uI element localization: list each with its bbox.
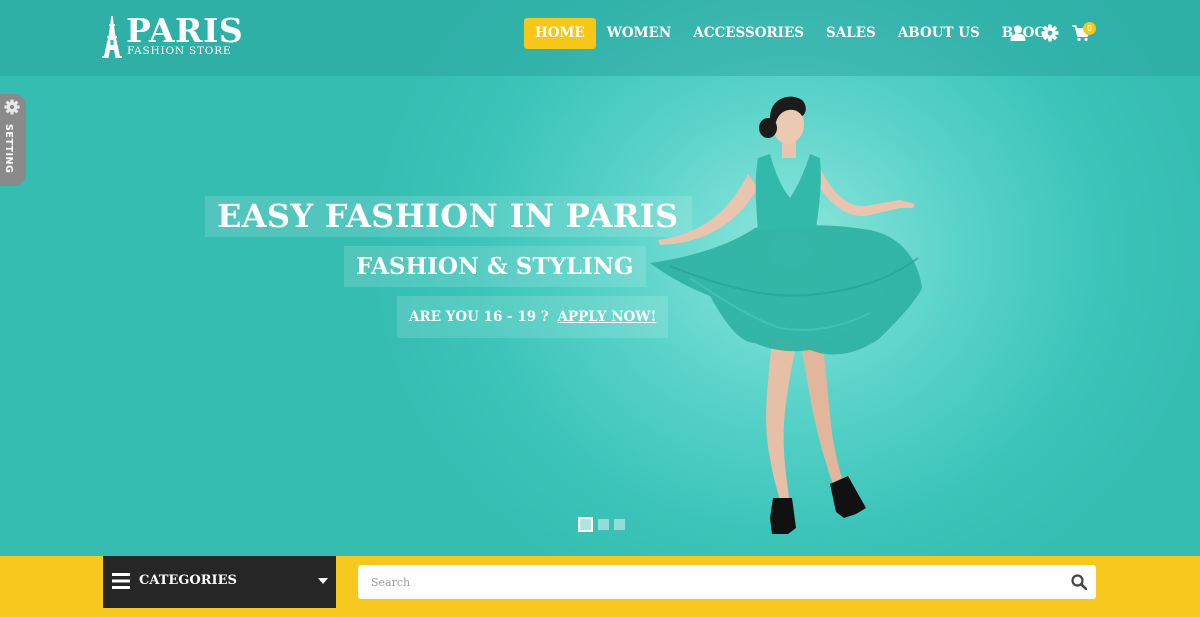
slider-dots	[578, 517, 625, 532]
eiffel-tower-icon	[102, 16, 122, 58]
gear-icon[interactable]	[1041, 24, 1059, 42]
search-input[interactable]	[358, 565, 1058, 599]
category-search-bar: CATEGORIES	[0, 556, 1200, 617]
hero-subheadline: FASHION & STYLING	[344, 246, 646, 287]
categories-label: CATEGORIES	[139, 573, 237, 588]
nav-item-sales[interactable]: SALES	[815, 18, 887, 49]
chevron-down-icon	[318, 578, 328, 584]
nav-item-about-us[interactable]: ABOUT US	[887, 18, 991, 49]
slider-dot-1[interactable]	[578, 517, 593, 532]
main-nav: HOME WOMEN ACCESSORIES SALES ABOUT US BL…	[524, 18, 1057, 49]
nav-item-women[interactable]: WOMEN	[596, 18, 683, 49]
categories-dropdown[interactable]: CATEGORIES	[103, 556, 336, 608]
hero-cta-prefix: ARE YOU 16 - 19 ?	[409, 309, 549, 325]
slider-dot-2[interactable]	[598, 519, 609, 530]
nav-item-accessories[interactable]: ACCESSORIES	[682, 18, 815, 49]
hero-headline: EASY FASHION IN PARIS	[205, 196, 693, 237]
cart-count-badge: 0	[1083, 22, 1096, 35]
hero-slider: PARIS FASHION STORE HOME WOMEN ACCESSORI…	[0, 0, 1200, 556]
setting-label: SETTING	[3, 124, 14, 174]
user-icon[interactable]	[1009, 24, 1027, 42]
nav-item-home[interactable]: HOME	[524, 18, 596, 49]
gear-icon	[4, 99, 20, 115]
setting-side-tab[interactable]: SETTING	[0, 94, 26, 186]
search-icon[interactable]	[1071, 574, 1087, 590]
search-box	[358, 565, 1096, 599]
hamburger-icon	[112, 573, 130, 589]
brand-tagline: FASHION STORE	[127, 45, 232, 57]
slider-dot-3[interactable]	[614, 519, 625, 530]
hero-cta: ARE YOU 16 - 19 ? APPLY NOW!	[397, 296, 669, 338]
hero-model-image	[650, 96, 922, 534]
